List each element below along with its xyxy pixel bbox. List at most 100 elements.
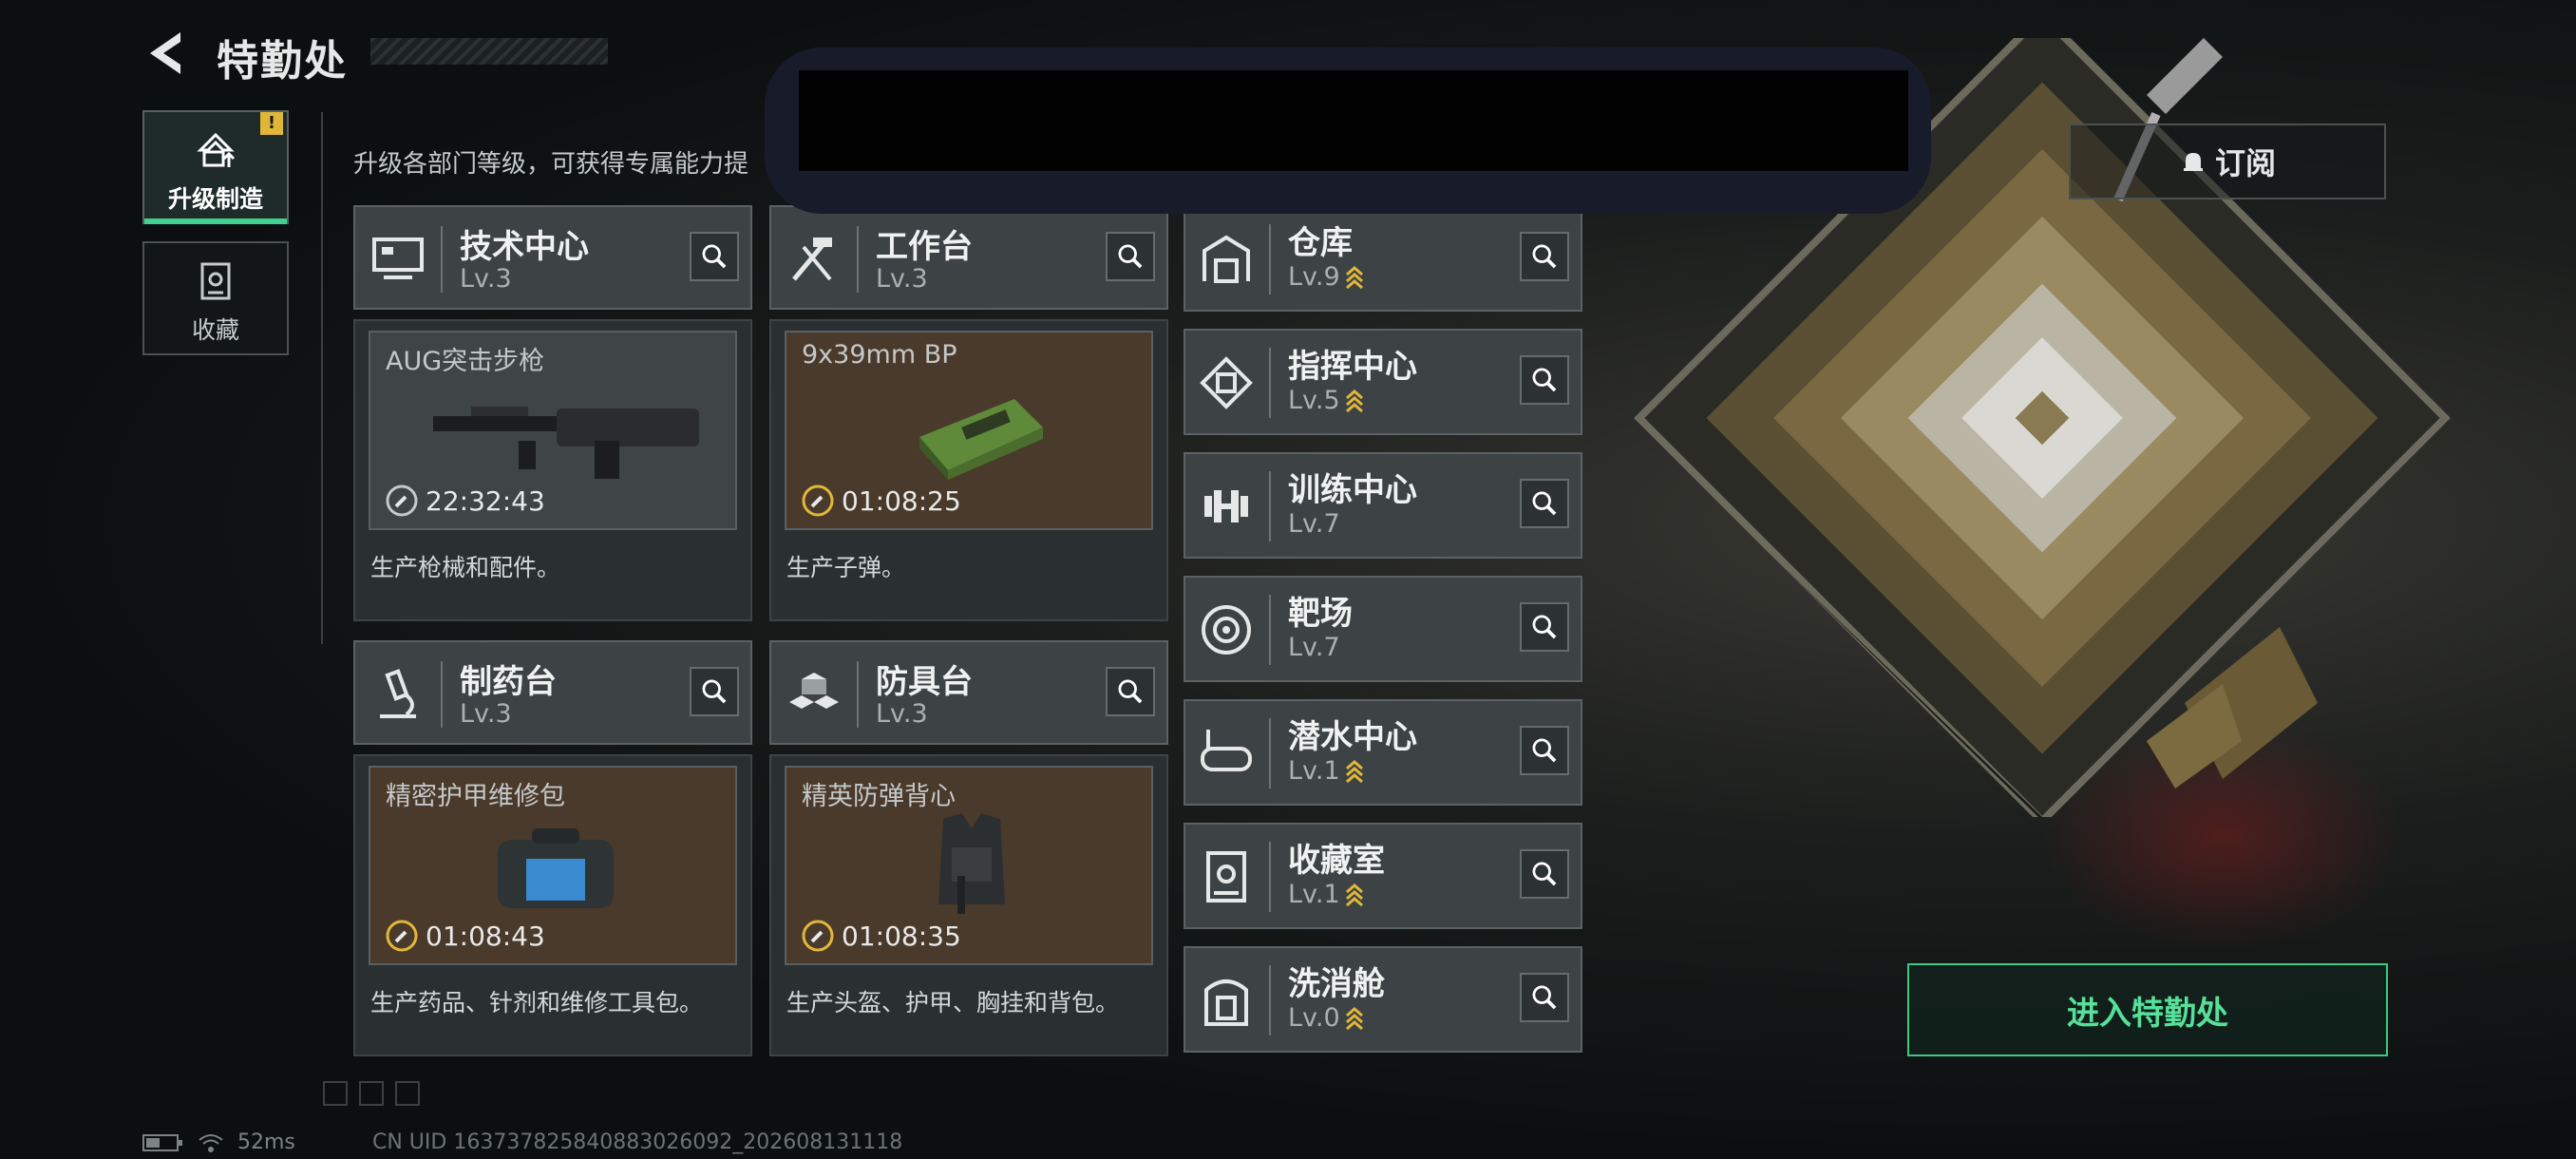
battery-icon (142, 1133, 182, 1151)
department-name: 指挥中心 (1288, 348, 1417, 386)
production-timer: 01:08:35 (802, 920, 961, 952)
alert-badge: ! (260, 112, 283, 135)
separator (1269, 471, 1271, 542)
subscribe-button[interactable]: 订阅 (2069, 124, 2386, 200)
upgrade-chevron-icon (1345, 389, 1363, 412)
dumbbell-icon (1204, 490, 1248, 522)
workshop-card-armor-bench[interactable]: 防具台 Lv.3 精英防弹背心 01:08:35 生产头盔、护甲、胸挂和背包。 (769, 640, 1168, 1056)
search-icon[interactable] (1520, 232, 1569, 281)
department-shooting-range[interactable]: 靶场 Lv.7 (1184, 576, 1582, 682)
workshop-name: 防具台 (876, 663, 973, 701)
search-icon[interactable] (1106, 667, 1155, 716)
bell-icon (2183, 153, 2203, 171)
workshop-name: 技术中心 (460, 228, 589, 266)
department-warehouse[interactable]: 仓库 Lv.9 (1184, 205, 1582, 312)
wrench-timer-icon (386, 920, 418, 952)
workshop-card-workbench[interactable]: 工作台 Lv.3 9x39mm BP 01:08:25 生产子弹。 (769, 205, 1168, 621)
search-icon[interactable] (1520, 479, 1569, 528)
separator (857, 661, 859, 728)
workshop-level: Lv.3 (460, 699, 512, 729)
search-icon[interactable] (1520, 726, 1569, 775)
department-name: 训练中心 (1288, 471, 1417, 509)
workshop-description: 生产枪械和配件。 (370, 554, 561, 581)
department-diving-center[interactable]: 潜水中心 Lv.1 (1184, 699, 1582, 806)
department-level: Lv.0 (1288, 1003, 1365, 1033)
workshop-card-pharmacy[interactable]: 制药台 Lv.3 精密护甲维修包 01:08:43 生产药品、针剂和维修工具包。 (353, 640, 752, 1056)
department-collection-room[interactable]: 收藏室 Lv.1 (1184, 823, 1582, 929)
tab-label: 收藏 (191, 316, 239, 344)
back-arrow-icon[interactable] (142, 28, 186, 78)
department-level: Lv.9 (1288, 262, 1365, 292)
tab-collection[interactable]: 收藏 (142, 241, 289, 355)
production-slot[interactable]: AUG突击步枪 22:32:43 (369, 331, 737, 530)
separator (441, 226, 443, 293)
production-item-name: 9x39mm BP (802, 340, 957, 370)
department-name: 仓库 (1288, 224, 1353, 262)
timer-text: 01:08:25 (842, 484, 961, 517)
production-timer: 22:32:43 (386, 484, 545, 517)
tab-upgrade-craft[interactable]: ! 升级制造 (142, 110, 289, 224)
tools-icon (792, 238, 832, 281)
timer-text: 01:08:35 (842, 920, 961, 952)
production-item-name: 精密护甲维修包 (386, 782, 565, 811)
department-level: Lv.1 (1288, 756, 1365, 786)
production-timer: 01:08:43 (386, 920, 545, 952)
display-case-icon (1206, 851, 1246, 902)
department-decontamination[interactable]: 洗消舱 Lv.0 (1184, 946, 1582, 1053)
active-indicator (144, 218, 287, 224)
search-icon[interactable] (1520, 849, 1569, 899)
search-icon[interactable] (1520, 602, 1569, 652)
upgrade-chevron-icon (1345, 759, 1363, 783)
production-slot[interactable]: 精英防弹背心 01:08:35 (785, 766, 1153, 965)
status-bar: 52ms (142, 1130, 295, 1154)
subscribe-label: 订阅 (2214, 145, 2276, 181)
department-name: 靶场 (1288, 595, 1353, 633)
computer-icon (372, 238, 424, 279)
search-icon[interactable] (1520, 355, 1569, 405)
search-icon[interactable] (690, 667, 739, 716)
workshop-level: Lv.3 (876, 264, 928, 294)
ammo-box-image (919, 399, 1043, 480)
enter-special-ops-button[interactable]: 进入特勤处 (1907, 963, 2388, 1056)
microscope-icon (380, 669, 416, 718)
search-icon[interactable] (690, 232, 739, 281)
search-icon[interactable] (1520, 973, 1569, 1022)
department-level: Lv.5 (1288, 386, 1365, 415)
intro-text: 升级各部门等级，可获得专属能力提 (353, 150, 749, 179)
separator (857, 226, 859, 293)
production-slot[interactable]: 9x39mm BP 01:08:25 (785, 331, 1153, 530)
separator (1269, 718, 1271, 788)
decoration (323, 1081, 348, 1106)
department-command-center[interactable]: 指挥中心 Lv.5 (1184, 329, 1582, 435)
boxes-icon (789, 673, 839, 709)
workshop-level: Lv.3 (460, 264, 512, 294)
wrench-timer-icon (802, 484, 834, 517)
department-name: 收藏室 (1288, 842, 1385, 880)
production-item-name: AUG突击步枪 (386, 347, 545, 376)
card-header: 技术中心 Lv.3 (353, 205, 752, 310)
department-training-center[interactable]: 训练中心 Lv.7 (1184, 452, 1582, 559)
card-body: 精英防弹背心 01:08:35 生产头盔、护甲、胸挂和背包。 (769, 754, 1168, 1056)
card-body: 9x39mm BP 01:08:25 生产子弹。 (769, 319, 1168, 621)
tab-label: 升级制造 (167, 185, 263, 213)
search-icon[interactable] (1106, 232, 1155, 281)
card-header: 制药台 Lv.3 (353, 640, 752, 745)
target-icon (1202, 605, 1251, 655)
workshop-description: 生产药品、针剂和维修工具包。 (370, 989, 704, 1016)
page-title: 特勤处 (217, 37, 348, 86)
workshop-card-tech-center[interactable]: 技术中心 Lv.3 AUG突击步枪 22:32:43 生产枪械和配件。 (353, 205, 752, 621)
warehouse-icon (1203, 235, 1250, 283)
separator (1269, 595, 1271, 665)
production-slot[interactable]: 精密护甲维修包 01:08:43 (369, 766, 737, 965)
workshop-level: Lv.3 (876, 699, 928, 729)
workshop-description: 生产头盔、护甲、胸挂和背包。 (786, 989, 1120, 1016)
collection-icon (200, 262, 231, 300)
workshop-name: 工作台 (876, 228, 973, 266)
department-level: Lv.7 (1288, 633, 1340, 662)
overlay-banner (765, 48, 1931, 214)
wrench-timer-icon (386, 484, 418, 517)
card-body: 精密护甲维修包 01:08:43 生产药品、针剂和维修工具包。 (353, 754, 752, 1056)
card-header: 防具台 Lv.3 (769, 640, 1168, 745)
timer-text: 01:08:43 (426, 920, 545, 952)
department-level: Lv.7 (1288, 509, 1340, 539)
